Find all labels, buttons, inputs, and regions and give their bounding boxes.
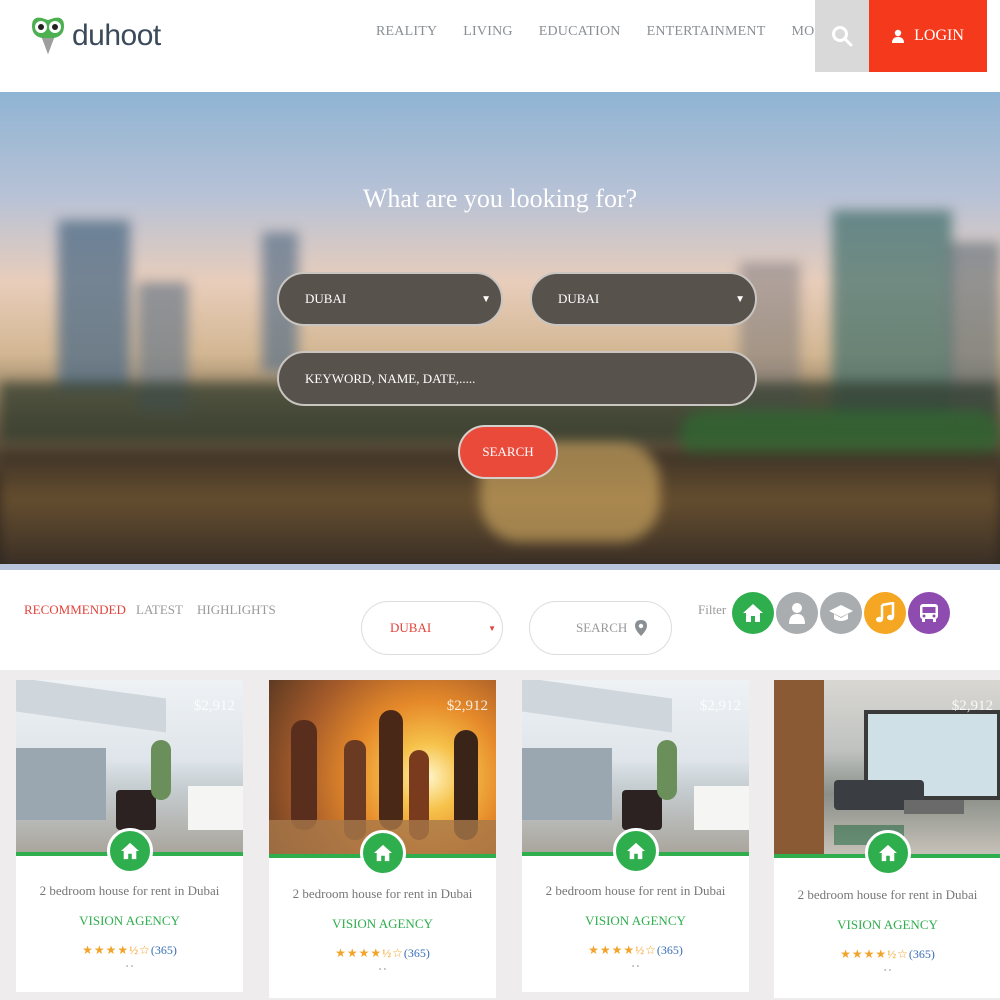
bus-icon [920,604,938,622]
star-rating-icon: ★★★★½☆ [335,946,404,960]
pager-dots: • • [378,965,387,974]
filter-mobility-button[interactable] [908,592,950,634]
search-icon [832,26,853,47]
rating-count: (365) [403,946,430,960]
listing-card[interactable]: $2,912 2 bedroom house for rent in Dubai… [522,680,749,992]
card-rating: ★★★★½☆(365) [774,947,1000,962]
hero-title: What are you looking for? [362,184,638,213]
filter-home-button[interactable] [732,592,774,634]
nav-item-reality[interactable]: REALITY [376,24,437,40]
pager-dots: • • [125,962,134,971]
category-badge [613,828,659,874]
filter-search-button[interactable]: SEARCH [529,601,672,655]
filter-person-button[interactable] [776,592,818,634]
nav-item-education[interactable]: EDUCATION [539,24,621,40]
city-select-two[interactable]: DUBAI ▼ [530,272,757,326]
caret-down-icon: ▼ [481,293,491,305]
tab-highlights[interactable]: HIGHLIGHTS [197,602,276,618]
site-header: duhoot REALITY LIVING EDUCATION ENTERTAI… [0,0,1000,92]
city-select-one-value: DUBAI [305,291,347,306]
rating-count: (365) [908,947,935,961]
owl-logo-icon [28,14,68,58]
login-button[interactable]: LOGIN [869,0,987,72]
city-select-one[interactable]: DUBAI ▼ [277,272,503,326]
home-icon [879,844,897,862]
card-rating: ★★★★½☆(365) [522,943,749,958]
caret-down-icon: ▼ [735,293,745,305]
home-icon [743,604,763,622]
category-badge [107,828,153,874]
rating-count: (365) [150,943,177,957]
listing-cards: $2,912 2 bedroom house for rent in Dubai… [0,670,1000,1000]
price-label: $2,912 [193,698,235,714]
home-icon [627,842,645,860]
keyword-placeholder: KEYWORD, NAME, DATE,..... [305,370,476,386]
login-label: LOGIN [914,27,964,44]
pager-dots: • • [631,962,640,971]
keyword-input[interactable]: KEYWORD, NAME, DATE,..... [277,351,757,406]
music-icon [876,602,895,623]
card-title: 2 bedroom house for rent in Dubai [545,883,726,898]
card-title: 2 bedroom house for rent in Dubai [797,887,978,902]
star-rating-icon: ★★★★½☆ [82,943,151,957]
star-rating-icon: ★★★★½☆ [588,943,657,957]
filter-education-button[interactable] [820,592,862,634]
hero-banner: What are you looking for? DUBAI ▼ DUBAI … [0,92,1000,568]
card-agency[interactable]: VISION AGENCY [269,916,496,932]
user-icon [892,29,905,43]
category-badge [360,830,406,876]
brand-name: duhoot [72,19,161,52]
logo[interactable]: duhoot [28,14,161,58]
price-label: $2,912 [951,698,993,714]
location-pin-icon [635,620,648,636]
card-agency[interactable]: VISION AGENCY [16,913,243,929]
filter-music-button[interactable] [864,592,906,634]
tab-recommended[interactable]: RECOMMENDED [24,602,126,618]
card-rating: ★★★★½☆(365) [269,946,496,961]
filter-search-label: SEARCH [576,620,628,635]
city-filter-value: DUBAI [390,620,432,635]
nav-item-entertainment[interactable]: ENTERTAINMENT [647,24,766,40]
filter-bar: RECOMMENDED LATEST HIGHLIGHTS DUBAI ▼ SE… [0,570,1000,670]
category-badge [865,830,911,876]
listing-card[interactable]: $2,912 2 bedroom house for rent in Dubai… [774,680,1000,998]
star-rating-icon: ★★★★½☆ [840,947,909,961]
person-icon [789,603,805,624]
city-filter-select[interactable]: DUBAI ▼ [361,601,503,655]
card-rating: ★★★★½☆(365) [16,943,243,958]
listing-card[interactable]: $2,912 2 bedroom house for rent in Dubai… [16,680,243,992]
graduation-cap-icon [829,605,853,621]
card-agency[interactable]: VISION AGENCY [774,917,1000,933]
nav-item-living[interactable]: LIVING [463,24,512,40]
tab-latest[interactable]: LATEST [136,602,183,618]
listing-card[interactable]: $2,912 2 bedroom house for rent in Dubai… [269,680,496,998]
caret-down-icon: ▼ [488,623,496,633]
filter-label: Filter [698,602,727,617]
price-label: $2,912 [699,698,741,714]
skyline-decoration [0,92,1000,568]
card-title: 2 bedroom house for rent in Dubai [39,883,220,898]
card-title: 2 bedroom house for rent in Dubai [292,886,473,901]
main-nav: REALITY LIVING EDUCATION ENTERTAINMENT M… [376,24,888,40]
pager-dots: • • [883,966,892,975]
home-icon [374,844,392,862]
home-icon [121,842,139,860]
rating-count: (365) [656,943,683,957]
header-search-button[interactable] [815,0,869,72]
city-select-two-value: DUBAI [558,291,600,306]
hero-search-button[interactable]: SEARCH [458,425,558,479]
card-agency[interactable]: VISION AGENCY [522,913,749,929]
hero-search-label: SEARCH [482,444,534,459]
price-label: $2,912 [446,698,488,714]
